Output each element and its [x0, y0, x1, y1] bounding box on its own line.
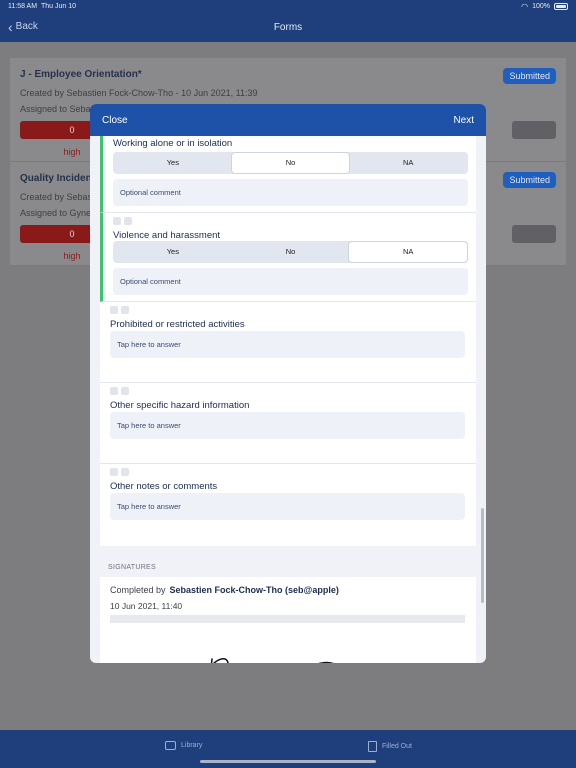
signature-date: 10 Jun 2021, 11:40 [110, 601, 183, 611]
form-title: J - Employee Orientation* [20, 69, 142, 80]
signature-image [210, 658, 334, 663]
question-handle-icon [110, 387, 129, 395]
option-yes[interactable]: Yes [114, 242, 232, 262]
question-handle-icon [113, 217, 132, 225]
next-button[interactable]: Next [453, 115, 474, 126]
option-no[interactable]: No [232, 242, 350, 262]
tab-library-label: Library [181, 742, 203, 749]
question-title: Working alone or in isolation [113, 138, 233, 149]
tab-library[interactable]: Library [165, 741, 202, 750]
question-title: Other specific hazard information [110, 400, 250, 411]
completed-prefix: Completed by [110, 585, 166, 595]
question-prohibited: Prohibited or restricted activities Tap … [100, 302, 476, 383]
scrollbar[interactable] [481, 508, 484, 603]
modal-body[interactable]: Working alone or in isolation Yes No NA … [90, 136, 486, 663]
question-notes: Other notes or comments Tap here to answ… [100, 464, 476, 546]
tab-filled-out[interactable]: Filled Out [368, 741, 412, 752]
battery-icon [554, 3, 568, 10]
modal-header: Close Next [90, 104, 486, 136]
status-badge: Submitted [503, 68, 556, 84]
tab-filled-out-label: Filled Out [382, 743, 412, 750]
form-created: Created by Sebastien Fock-Chow-Tho - 10 … [20, 88, 258, 98]
question-handle-icon [110, 306, 129, 314]
comment-field[interactable]: Optional comment [113, 179, 468, 206]
signature-card: Completed by Sebastien Fock-Chow-Tho (seb… [100, 577, 476, 663]
question-working-alone: Working alone or in isolation Yes No NA … [100, 136, 476, 213]
home-indicator [200, 760, 376, 763]
signatures-section-label: SIGNATURES [108, 564, 156, 571]
answer-field[interactable]: Tap here to answer [110, 493, 465, 520]
question-hazard-info: Other specific hazard information Tap he… [100, 383, 476, 464]
question-violence: Violence and harassment Yes No NA Option… [100, 213, 476, 302]
status-time: 11:58 AM Thu Jun 10 [8, 3, 76, 10]
status-time-text: 11:58 AM [8, 3, 38, 10]
signer-name: Sebastien Fock-Chow-Tho (seb@apple) [169, 585, 339, 595]
navigation-bar: 11:58 AM Thu Jun 10 ◠ 100% ‹ Back Forms [0, 0, 576, 42]
document-icon [368, 741, 377, 752]
status-bar: 11:58 AM Thu Jun 10 ◠ 100% [8, 3, 568, 13]
answer-field[interactable]: Tap here to answer [110, 412, 465, 439]
form-assigned: Assigned to Seba [20, 104, 91, 114]
signature-divider [110, 615, 465, 623]
signature-completed-by: Completed by Sebastien Fock-Chow-Tho (seb… [110, 585, 339, 595]
option-yes[interactable]: Yes [114, 153, 232, 173]
form-title: Quality Incident [20, 173, 96, 184]
form-modal: Close Next Working alone or in isolation… [90, 104, 486, 663]
form-assigned: Assigned to Gyne [20, 208, 92, 218]
page-title: Forms [273, 22, 303, 33]
question-handle-icon [110, 468, 129, 476]
wifi-icon: ◠ [521, 2, 529, 11]
status-badge: Submitted [503, 172, 556, 188]
close-button[interactable]: Close [102, 115, 128, 126]
status-date: Thu Jun 10 [40, 3, 76, 10]
option-na[interactable]: NA [349, 242, 468, 262]
comment-field[interactable]: Optional comment [113, 268, 468, 295]
option-no[interactable]: No [231, 153, 350, 173]
answer-segmented-control[interactable]: Yes No NA [113, 241, 468, 263]
question-title: Prohibited or restricted activities [110, 319, 245, 330]
option-na[interactable]: NA [349, 153, 467, 173]
battery-percent: 100% [532, 3, 550, 10]
answer-field[interactable]: Tap here to answer [110, 331, 465, 358]
form-created: Created by Sebas [20, 192, 93, 202]
progress-bar [512, 121, 556, 139]
status-right: ◠ 100% [521, 2, 568, 11]
inbox-icon [165, 741, 176, 750]
progress-bar [512, 225, 556, 243]
form-questions: Working alone or in isolation Yes No NA … [100, 136, 476, 546]
question-title: Other notes or comments [110, 481, 218, 492]
answer-segmented-control[interactable]: Yes No NA [113, 152, 468, 174]
question-title: Violence and harassment [113, 230, 221, 241]
